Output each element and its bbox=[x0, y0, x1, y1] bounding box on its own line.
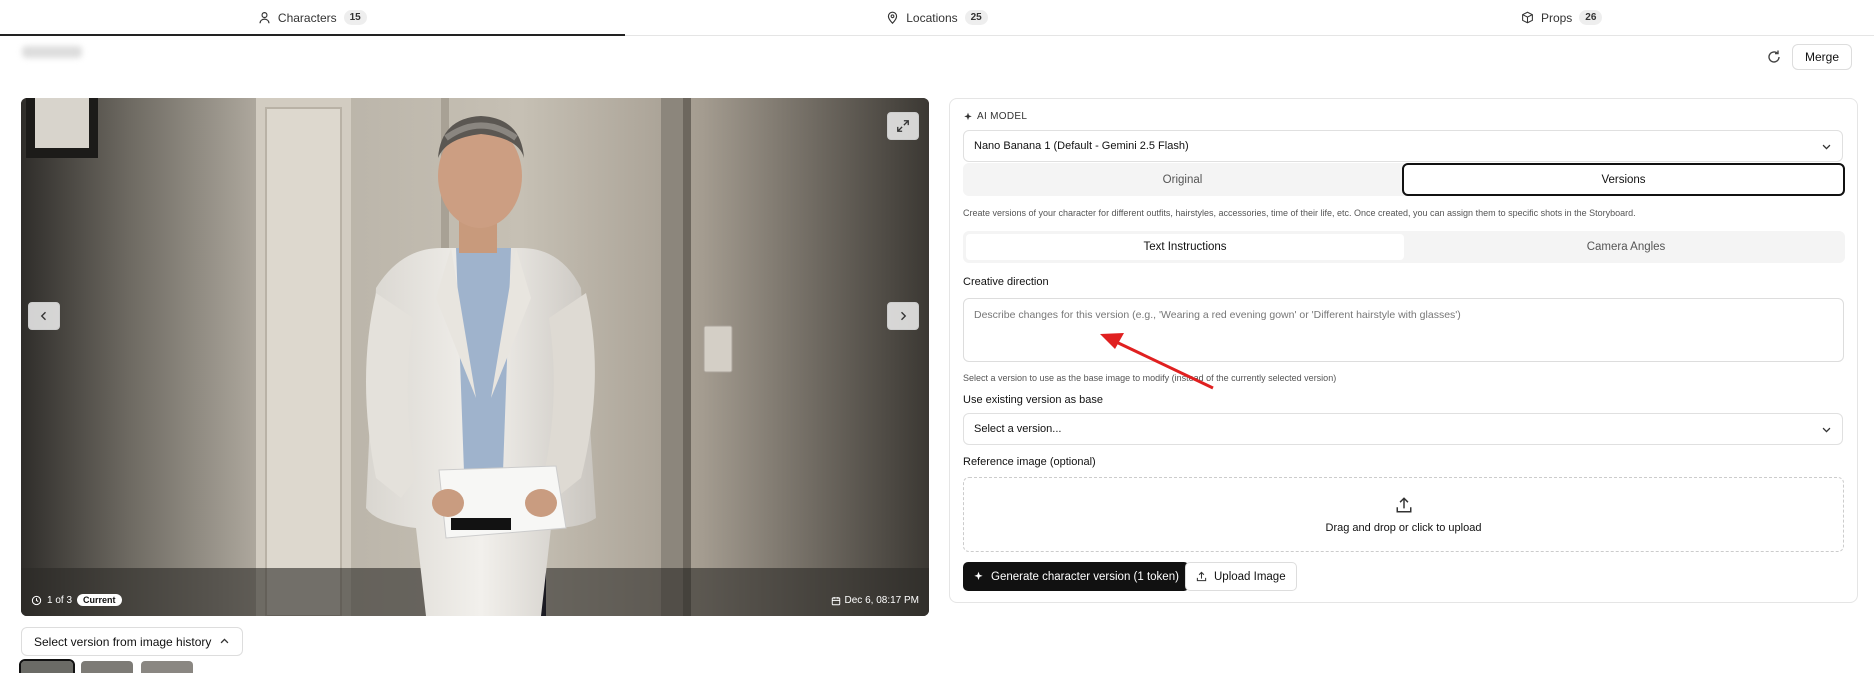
refresh-icon[interactable] bbox=[1766, 49, 1782, 65]
base-version-select[interactable]: Select a version... bbox=[963, 413, 1843, 445]
chevron-down-icon bbox=[1822, 427, 1831, 432]
chevron-left-icon bbox=[40, 311, 46, 321]
creative-direction-input[interactable]: Describe changes for this version (e.g.,… bbox=[963, 298, 1844, 362]
expand-button[interactable] bbox=[887, 112, 919, 140]
tab-versions[interactable]: Versions bbox=[1402, 163, 1845, 196]
tab-count: 15 bbox=[343, 10, 367, 25]
ai-model-select[interactable]: Nano Banana 1 (Default - Gemini 2.5 Flas… bbox=[963, 130, 1843, 162]
reference-image-label: Reference image (optional) bbox=[963, 456, 1096, 468]
tab-original[interactable]: Original bbox=[963, 163, 1402, 196]
generate-label: Generate character version (1 token) bbox=[991, 570, 1179, 583]
sparkles-icon bbox=[974, 571, 983, 580]
image-counter: 1 of 3 Current bbox=[31, 594, 122, 606]
upload-icon bbox=[1196, 571, 1207, 582]
image-date: Dec 6, 08:17 PM bbox=[831, 595, 919, 606]
dropzone-text: Drag and drop or click to upload bbox=[1325, 521, 1482, 534]
creative-direction-label: Creative direction bbox=[963, 276, 1049, 288]
tab-label: Locations bbox=[906, 10, 958, 25]
image-history-label: Select version from image history bbox=[34, 634, 212, 649]
current-badge: Current bbox=[77, 594, 122, 606]
image-viewer: 1 of 3 Current Dec 6, 08:17 PM bbox=[21, 98, 929, 616]
tab-text-instructions[interactable]: Text Instructions bbox=[966, 234, 1404, 260]
chevron-right-icon bbox=[901, 311, 907, 321]
chevron-down-icon bbox=[1822, 144, 1831, 149]
reference-image-dropzone[interactable]: Drag and drop or click to upload bbox=[963, 477, 1844, 552]
ai-model-label: AI MODEL bbox=[963, 111, 1027, 122]
history-thumbnail[interactable] bbox=[141, 661, 193, 673]
history-thumbnail[interactable] bbox=[19, 659, 75, 673]
upload-icon bbox=[1396, 496, 1411, 512]
image-history-select[interactable]: Select version from image history bbox=[21, 627, 244, 656]
ai-model-value: Nano Banana 1 (Default - Gemini 2.5 Flas… bbox=[974, 140, 1189, 152]
prev-image-button[interactable] bbox=[28, 302, 60, 330]
merge-button[interactable]: Merge bbox=[1791, 44, 1852, 70]
page-title-blurred bbox=[22, 46, 82, 58]
tab-count: 26 bbox=[1579, 10, 1603, 25]
user-icon bbox=[259, 12, 270, 24]
image-counter-text: 1 of 3 bbox=[47, 594, 73, 606]
top-actions: Merge bbox=[1766, 44, 1852, 70]
tab-label: Characters bbox=[277, 10, 337, 25]
map-pin-icon bbox=[888, 11, 898, 24]
tab-camera-angles[interactable]: Camera Angles bbox=[1407, 231, 1845, 263]
tab-locations[interactable]: Locations 25 bbox=[625, 0, 1250, 35]
generate-version-button[interactable]: Generate character version (1 token) bbox=[963, 562, 1189, 591]
chevron-up-icon bbox=[221, 638, 229, 644]
mode-tabs: Original Versions bbox=[963, 163, 1845, 196]
tab-props[interactable]: Props 26 bbox=[1249, 0, 1874, 35]
character-photo bbox=[21, 98, 929, 616]
history-icon bbox=[31, 595, 42, 605]
instruction-tabs: Text Instructions Camera Angles bbox=[963, 231, 1845, 263]
tab-label: Props bbox=[1540, 10, 1573, 25]
next-image-button[interactable] bbox=[887, 302, 919, 330]
calendar-icon bbox=[831, 596, 840, 605]
upload-image-button[interactable]: Upload Image bbox=[1185, 562, 1297, 591]
history-thumbnails bbox=[19, 659, 193, 673]
base-version-help: Select a version to use as the base imag… bbox=[963, 373, 1337, 383]
tab-characters[interactable]: Characters 15 bbox=[0, 0, 625, 36]
base-version-label: Use existing version as base bbox=[963, 394, 1104, 406]
top-tabs: Characters 15 Locations 25 Props 26 bbox=[0, 0, 1874, 36]
ai-model-label-text: AI MODEL bbox=[977, 111, 1028, 122]
tab-count: 25 bbox=[964, 10, 988, 25]
expand-icon bbox=[897, 120, 909, 132]
box-icon bbox=[1522, 11, 1533, 24]
image-date-text: Dec 6, 08:17 PM bbox=[844, 595, 919, 606]
history-thumbnail[interactable] bbox=[81, 661, 133, 673]
upload-label: Upload Image bbox=[1214, 570, 1286, 583]
base-version-placeholder: Select a version... bbox=[974, 423, 1062, 435]
versions-help-text: Create versions of your character for di… bbox=[963, 208, 1636, 218]
sparkles-icon bbox=[964, 112, 972, 120]
